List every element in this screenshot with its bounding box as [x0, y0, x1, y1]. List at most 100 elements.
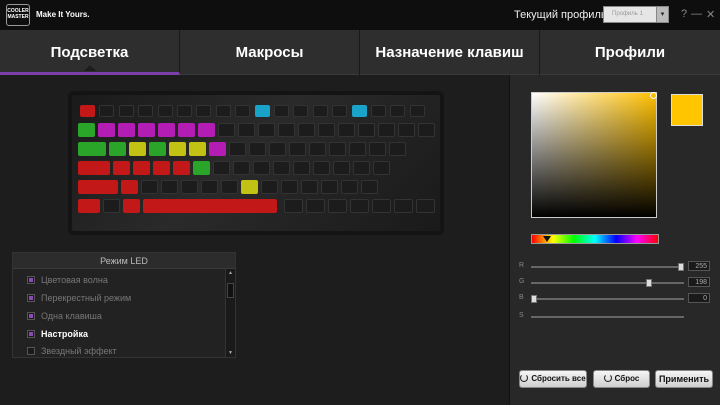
letter-key[interactable] — [161, 180, 178, 194]
function-key[interactable] — [177, 105, 192, 117]
letter-key[interactable] — [309, 142, 326, 156]
letter-key[interactable] — [121, 180, 138, 194]
letter-key[interactable] — [341, 180, 358, 194]
function-key[interactable] — [332, 105, 348, 117]
letter-key[interactable] — [289, 142, 306, 156]
letter-key[interactable] — [389, 142, 406, 156]
mode-color-wave[interactable]: Цветовая волна — [27, 275, 108, 285]
letter-key[interactable] — [213, 161, 230, 175]
modifier-key[interactable] — [328, 199, 347, 213]
r-slider-thumb[interactable] — [678, 263, 684, 271]
ctrl-key[interactable] — [78, 199, 100, 213]
number-row-key[interactable] — [418, 123, 435, 137]
letter-key[interactable] — [173, 161, 190, 175]
color-picker-area[interactable] — [531, 92, 657, 218]
reset-button[interactable]: Сброс — [593, 370, 650, 388]
g-slider-thumb[interactable] — [646, 279, 652, 287]
letter-key[interactable] — [333, 161, 350, 175]
letter-key[interactable] — [149, 142, 166, 156]
function-key[interactable] — [312, 105, 328, 117]
alt-key[interactable] — [123, 199, 140, 213]
space-key[interactable] — [143, 199, 277, 213]
modifier-key[interactable] — [350, 199, 369, 213]
letter-key[interactable] — [249, 142, 266, 156]
function-key[interactable] — [409, 105, 425, 117]
letter-key[interactable] — [229, 142, 246, 156]
minimize-button[interactable]: — — [691, 8, 702, 20]
letter-key[interactable] — [361, 180, 378, 194]
letter-key[interactable] — [189, 142, 206, 156]
tab-lighting[interactable]: Подсветка — [0, 30, 180, 75]
tab-profiles[interactable]: Профили — [540, 30, 720, 75]
tab-key[interactable] — [78, 142, 106, 156]
letter-key[interactable] — [269, 142, 286, 156]
number-row-key[interactable] — [398, 123, 415, 137]
letter-key[interactable] — [113, 161, 130, 175]
letter-key[interactable] — [221, 180, 238, 194]
modifier-key[interactable] — [284, 199, 303, 213]
function-key[interactable] — [157, 105, 173, 117]
number-row-key[interactable] — [338, 123, 355, 137]
letter-key[interactable] — [253, 161, 270, 175]
number-row-key[interactable] — [138, 123, 155, 137]
mode-checkbox[interactable] — [27, 347, 35, 355]
chevron-down-icon[interactable]: ▾ — [656, 7, 668, 22]
number-row-key[interactable] — [218, 123, 235, 137]
letter-key[interactable] — [169, 142, 186, 156]
help-icon[interactable]: ? — [681, 8, 687, 20]
apply-button[interactable]: Применить — [655, 370, 713, 388]
picker-cursor[interactable] — [650, 92, 657, 99]
letter-key[interactable] — [301, 180, 318, 194]
function-key[interactable] — [196, 105, 212, 117]
tab-macros[interactable]: Макросы — [180, 30, 360, 75]
letter-key[interactable] — [201, 180, 218, 194]
modifier-key[interactable] — [372, 199, 391, 213]
function-key[interactable] — [254, 105, 270, 117]
letter-key[interactable] — [369, 142, 386, 156]
win-key[interactable] — [103, 199, 120, 213]
function-key[interactable] — [293, 105, 309, 117]
letter-key[interactable] — [129, 142, 146, 156]
number-row-key[interactable] — [158, 123, 175, 137]
tab-key-assignment[interactable]: Назначение клавиш — [360, 30, 540, 75]
letter-key[interactable] — [109, 142, 126, 156]
number-row-key[interactable] — [238, 123, 255, 137]
scroll-down-icon[interactable]: ▼ — [226, 350, 235, 356]
modifier-key[interactable] — [306, 199, 325, 213]
letter-key[interactable] — [353, 161, 370, 175]
r-slider[interactable] — [531, 266, 684, 268]
letter-key[interactable] — [349, 142, 366, 156]
letter-key[interactable] — [141, 180, 158, 194]
number-row-key[interactable] — [78, 123, 95, 137]
letter-key[interactable] — [181, 180, 198, 194]
number-row-key[interactable] — [258, 123, 275, 137]
number-row-key[interactable] — [278, 123, 295, 137]
g-value[interactable]: 198 — [688, 277, 710, 287]
close-button[interactable]: ✕ — [706, 8, 715, 21]
letter-key[interactable] — [133, 161, 150, 175]
function-key[interactable] — [80, 105, 95, 117]
letter-key[interactable] — [261, 180, 278, 194]
mode-checkbox[interactable] — [27, 294, 35, 302]
mode-crosshair[interactable]: Перекрестный режим — [27, 293, 131, 303]
letter-key[interactable] — [209, 142, 226, 156]
number-row-key[interactable] — [378, 123, 395, 137]
mode-custom[interactable]: Настройка — [27, 329, 88, 339]
number-row-key[interactable] — [118, 123, 135, 137]
letter-key[interactable] — [293, 161, 310, 175]
function-key[interactable] — [351, 105, 367, 117]
modifier-key[interactable] — [416, 199, 435, 213]
function-key[interactable] — [215, 105, 231, 117]
modifier-key[interactable] — [394, 199, 413, 213]
mode-checkbox[interactable] — [27, 276, 35, 284]
function-key[interactable] — [390, 105, 406, 117]
letter-key[interactable] — [193, 161, 210, 175]
mode-star[interactable]: Звездный эффект — [27, 346, 117, 356]
s-slider[interactable] — [531, 316, 684, 318]
mode-checkbox[interactable] — [27, 330, 35, 338]
g-slider[interactable] — [531, 282, 684, 284]
function-key[interactable] — [118, 105, 134, 117]
letter-key[interactable] — [153, 161, 170, 175]
letter-key[interactable] — [281, 180, 298, 194]
letter-key[interactable] — [273, 161, 290, 175]
